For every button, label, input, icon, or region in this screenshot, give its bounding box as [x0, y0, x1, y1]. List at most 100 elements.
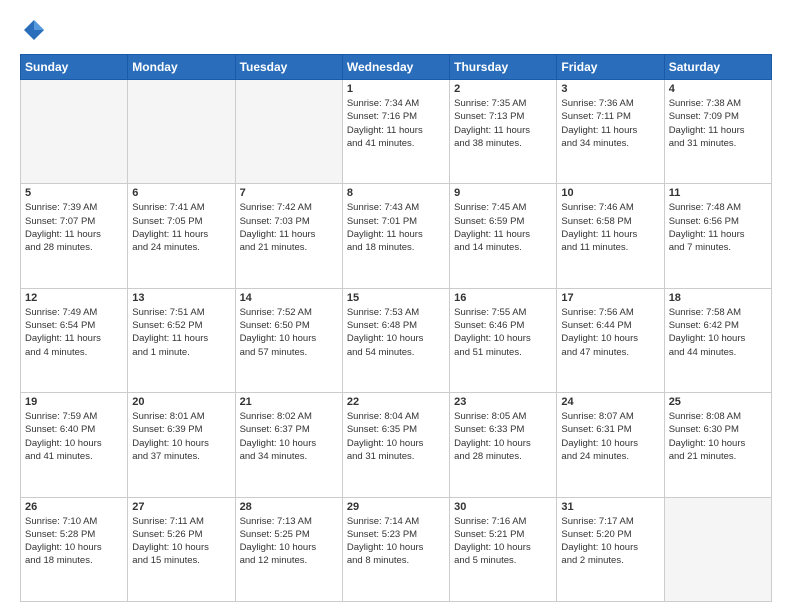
day-info: Sunrise: 7:39 AM Sunset: 7:07 PM Dayligh… — [25, 201, 123, 254]
day-number: 3 — [561, 83, 659, 95]
day-number: 13 — [132, 292, 230, 304]
day-number: 18 — [669, 292, 767, 304]
day-number: 22 — [347, 396, 445, 408]
weekday-header-row: SundayMondayTuesdayWednesdayThursdayFrid… — [21, 55, 772, 80]
day-number: 27 — [132, 501, 230, 513]
day-info: Sunrise: 7:46 AM Sunset: 6:58 PM Dayligh… — [561, 201, 659, 254]
day-info: Sunrise: 7:13 AM Sunset: 5:25 PM Dayligh… — [240, 515, 338, 568]
day-info: Sunrise: 8:01 AM Sunset: 6:39 PM Dayligh… — [132, 410, 230, 463]
calendar-cell: 12 Sunrise: 7:49 AM Sunset: 6:54 PM Dayli… — [21, 288, 128, 392]
calendar-cell: 24 Sunrise: 8:07 AM Sunset: 6:31 PM Dayli… — [557, 393, 664, 497]
calendar-week-2: 5 Sunrise: 7:39 AM Sunset: 7:07 PM Daylig… — [21, 184, 772, 288]
day-number: 1 — [347, 83, 445, 95]
day-number: 30 — [454, 501, 552, 513]
day-number: 5 — [25, 187, 123, 199]
calendar-cell: 19 Sunrise: 7:59 AM Sunset: 6:40 PM Dayli… — [21, 393, 128, 497]
calendar-cell: 27 Sunrise: 7:11 AM Sunset: 5:26 PM Dayli… — [128, 497, 235, 601]
day-info: Sunrise: 8:02 AM Sunset: 6:37 PM Dayligh… — [240, 410, 338, 463]
weekday-header-tuesday: Tuesday — [235, 55, 342, 80]
weekday-header-wednesday: Wednesday — [342, 55, 449, 80]
day-number: 12 — [25, 292, 123, 304]
day-info: Sunrise: 7:10 AM Sunset: 5:28 PM Dayligh… — [25, 515, 123, 568]
calendar-cell — [128, 80, 235, 184]
header — [20, 16, 772, 44]
calendar-cell: 11 Sunrise: 7:48 AM Sunset: 6:56 PM Dayli… — [664, 184, 771, 288]
day-info: Sunrise: 7:16 AM Sunset: 5:21 PM Dayligh… — [454, 515, 552, 568]
calendar-week-5: 26 Sunrise: 7:10 AM Sunset: 5:28 PM Dayli… — [21, 497, 772, 601]
weekday-header-saturday: Saturday — [664, 55, 771, 80]
calendar-cell: 15Sunrise: 7:53 AM Sunset: 6:48 PM Dayli… — [342, 288, 449, 392]
calendar-cell: 8Sunrise: 7:43 AM Sunset: 7:01 PM Daylig… — [342, 184, 449, 288]
day-number: 23 — [454, 396, 552, 408]
weekday-header-sunday: Sunday — [21, 55, 128, 80]
logo — [20, 16, 52, 44]
calendar-cell — [21, 80, 128, 184]
calendar-cell: 14 Sunrise: 7:52 AM Sunset: 6:50 PM Dayli… — [235, 288, 342, 392]
day-info: Sunrise: 7:49 AM Sunset: 6:54 PM Dayligh… — [25, 306, 123, 359]
day-number: 29 — [347, 501, 445, 513]
calendar-week-3: 12 Sunrise: 7:49 AM Sunset: 6:54 PM Dayli… — [21, 288, 772, 392]
day-info: Sunrise: 7:35 AM Sunset: 7:13 PM Dayligh… — [454, 97, 552, 150]
calendar-cell: 17 Sunrise: 7:56 AM Sunset: 6:44 PM Dayli… — [557, 288, 664, 392]
day-number: 4 — [669, 83, 767, 95]
calendar-cell: 1 Sunrise: 7:34 AM Sunset: 7:16 PM Daylig… — [342, 80, 449, 184]
calendar-cell: 13 Sunrise: 7:51 AM Sunset: 6:52 PM Dayli… — [128, 288, 235, 392]
calendar-cell: 7Sunrise: 7:42 AM Sunset: 7:03 PM Daylig… — [235, 184, 342, 288]
day-number: 14 — [240, 292, 338, 304]
logo-icon — [20, 16, 48, 44]
day-number: 8 — [347, 187, 445, 199]
calendar-cell: 26 Sunrise: 7:10 AM Sunset: 5:28 PM Dayli… — [21, 497, 128, 601]
calendar-cell: 31 Sunrise: 7:17 AM Sunset: 5:20 PM Dayli… — [557, 497, 664, 601]
calendar-cell: 10Sunrise: 7:46 AM Sunset: 6:58 PM Dayli… — [557, 184, 664, 288]
calendar-cell: 22 Sunrise: 8:04 AM Sunset: 6:35 PM Dayli… — [342, 393, 449, 497]
day-info: Sunrise: 8:07 AM Sunset: 6:31 PM Dayligh… — [561, 410, 659, 463]
day-number: 9 — [454, 187, 552, 199]
day-number: 17 — [561, 292, 659, 304]
day-info: Sunrise: 7:45 AM Sunset: 6:59 PM Dayligh… — [454, 201, 552, 254]
calendar-cell: 23Sunrise: 8:05 AM Sunset: 6:33 PM Dayli… — [450, 393, 557, 497]
day-number: 21 — [240, 396, 338, 408]
day-number: 6 — [132, 187, 230, 199]
day-info: Sunrise: 8:04 AM Sunset: 6:35 PM Dayligh… — [347, 410, 445, 463]
calendar-table: SundayMondayTuesdayWednesdayThursdayFrid… — [20, 54, 772, 602]
day-info: Sunrise: 7:14 AM Sunset: 5:23 PM Dayligh… — [347, 515, 445, 568]
day-info: Sunrise: 7:42 AM Sunset: 7:03 PM Dayligh… — [240, 201, 338, 254]
day-info: Sunrise: 7:36 AM Sunset: 7:11 PM Dayligh… — [561, 97, 659, 150]
day-info: Sunrise: 7:17 AM Sunset: 5:20 PM Dayligh… — [561, 515, 659, 568]
day-info: Sunrise: 7:59 AM Sunset: 6:40 PM Dayligh… — [25, 410, 123, 463]
calendar-week-4: 19 Sunrise: 7:59 AM Sunset: 6:40 PM Dayli… — [21, 393, 772, 497]
day-info: Sunrise: 7:52 AM Sunset: 6:50 PM Dayligh… — [240, 306, 338, 359]
weekday-header-monday: Monday — [128, 55, 235, 80]
day-info: Sunrise: 7:34 AM Sunset: 7:16 PM Dayligh… — [347, 97, 445, 150]
calendar-cell: 16Sunrise: 7:55 AM Sunset: 6:46 PM Dayli… — [450, 288, 557, 392]
day-info: Sunrise: 7:53 AM Sunset: 6:48 PM Dayligh… — [347, 306, 445, 359]
day-info: Sunrise: 7:48 AM Sunset: 6:56 PM Dayligh… — [669, 201, 767, 254]
calendar-cell: 5 Sunrise: 7:39 AM Sunset: 7:07 PM Daylig… — [21, 184, 128, 288]
day-info: Sunrise: 8:08 AM Sunset: 6:30 PM Dayligh… — [669, 410, 767, 463]
calendar-cell: 30 Sunrise: 7:16 AM Sunset: 5:21 PM Dayli… — [450, 497, 557, 601]
calendar-cell: 6 Sunrise: 7:41 AM Sunset: 7:05 PM Daylig… — [128, 184, 235, 288]
calendar-cell: 28 Sunrise: 7:13 AM Sunset: 5:25 PM Dayli… — [235, 497, 342, 601]
day-info: Sunrise: 7:55 AM Sunset: 6:46 PM Dayligh… — [454, 306, 552, 359]
day-number: 24 — [561, 396, 659, 408]
day-info: Sunrise: 7:58 AM Sunset: 6:42 PM Dayligh… — [669, 306, 767, 359]
calendar-cell: 20 Sunrise: 8:01 AM Sunset: 6:39 PM Dayli… — [128, 393, 235, 497]
day-number: 28 — [240, 501, 338, 513]
day-info: Sunrise: 7:51 AM Sunset: 6:52 PM Dayligh… — [132, 306, 230, 359]
day-number: 26 — [25, 501, 123, 513]
calendar-cell: 21 Sunrise: 8:02 AM Sunset: 6:37 PM Dayli… — [235, 393, 342, 497]
day-info: Sunrise: 7:38 AM Sunset: 7:09 PM Dayligh… — [669, 97, 767, 150]
day-number: 11 — [669, 187, 767, 199]
day-info: Sunrise: 7:56 AM Sunset: 6:44 PM Dayligh… — [561, 306, 659, 359]
calendar-cell — [235, 80, 342, 184]
day-number: 31 — [561, 501, 659, 513]
calendar-cell: 18 Sunrise: 7:58 AM Sunset: 6:42 PM Dayli… — [664, 288, 771, 392]
calendar-cell: 2Sunrise: 7:35 AM Sunset: 7:13 PM Daylig… — [450, 80, 557, 184]
day-info: Sunrise: 7:11 AM Sunset: 5:26 PM Dayligh… — [132, 515, 230, 568]
day-info: Sunrise: 7:41 AM Sunset: 7:05 PM Dayligh… — [132, 201, 230, 254]
day-number: 25 — [669, 396, 767, 408]
calendar-cell — [664, 497, 771, 601]
weekday-header-friday: Friday — [557, 55, 664, 80]
day-number: 19 — [25, 396, 123, 408]
day-number: 20 — [132, 396, 230, 408]
